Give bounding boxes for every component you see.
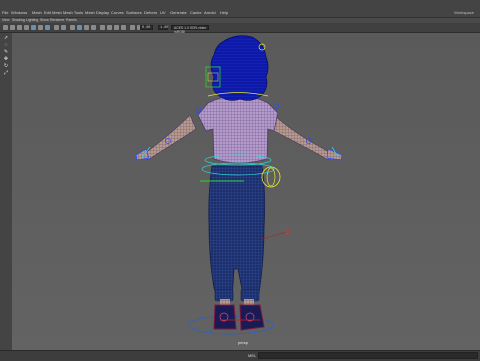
smooth-shade-icon[interactable] (77, 25, 82, 30)
scale-tool-icon[interactable]: ⤢ (3, 70, 9, 76)
ambient-occlusion-icon[interactable] (107, 25, 112, 30)
left-shoe[interactable] (213, 304, 237, 330)
select-tool-icon[interactable]: ➚ (3, 35, 9, 41)
camera-attributes-icon[interactable] (10, 25, 15, 30)
right-ankle (244, 299, 254, 305)
gate-mask-icon[interactable] (54, 25, 59, 30)
right-arm-mesh[interactable] (269, 114, 333, 161)
menu-mesh[interactable]: Mesh (32, 9, 42, 17)
shoulder-control-left[interactable] (195, 107, 201, 113)
motion-blur-icon[interactable] (114, 25, 119, 30)
menu-file[interactable]: File (2, 9, 8, 17)
cog-gimbal-inner[interactable] (266, 167, 276, 187)
main-menu-bar: File Windows Mesh Edit Mesh Mesh Tools M… (0, 9, 480, 17)
menu-help[interactable]: Help (220, 9, 228, 17)
field-chart-icon[interactable] (61, 25, 66, 30)
panel-toolbar: 0.00 1.00 ACES 1.0 SDR-video (sRGB) (0, 23, 480, 34)
menu-generate[interactable]: Generate (170, 9, 187, 17)
menu-curves[interactable]: Curves (111, 9, 124, 17)
move-tool-icon[interactable]: ✥ (3, 56, 9, 62)
textured-icon[interactable] (84, 25, 89, 30)
right-shoe[interactable] (239, 304, 265, 331)
shoulder-control-right[interactable] (273, 103, 279, 109)
command-line-bar: MEL (0, 350, 480, 361)
camera-name-label: persp (238, 340, 249, 345)
rotate-tool-icon[interactable]: ↻ (3, 63, 9, 69)
film-gate-icon[interactable] (38, 25, 43, 30)
left-arm-mesh[interactable] (143, 114, 197, 161)
shadows-icon[interactable] (100, 25, 105, 30)
isolate-select-icon[interactable] (130, 25, 135, 30)
menu-mesh-tools[interactable]: Mesh Tools (63, 9, 83, 17)
resolution-gate-icon[interactable] (45, 25, 50, 30)
menu-arnold[interactable]: Arnold (204, 9, 216, 17)
scene-svg[interactable] (12, 33, 480, 350)
shirt-mesh[interactable] (197, 96, 279, 164)
pants-mesh[interactable] (208, 165, 266, 300)
command-input[interactable] (258, 352, 478, 359)
exposure-field[interactable]: 0.00 (140, 25, 153, 30)
menu-uv[interactable]: UV (160, 9, 166, 17)
grid-toggle-icon[interactable] (31, 25, 36, 30)
camera-select-icon[interactable] (3, 25, 8, 30)
title-bar (0, 0, 480, 9)
image-plane-icon[interactable] (24, 25, 29, 30)
wireframe-icon[interactable] (70, 25, 75, 30)
mel-label[interactable]: MEL (248, 353, 256, 358)
menu-cache[interactable]: Cache (190, 9, 202, 17)
lasso-tool-icon[interactable]: ◌ (3, 42, 9, 48)
paint-tool-icon[interactable]: ✎ (3, 49, 9, 55)
menu-mesh-display[interactable]: Mesh Display (85, 9, 109, 17)
left-ankle (220, 299, 230, 305)
anti-aliasing-icon[interactable] (121, 25, 126, 30)
menu-edit-mesh[interactable]: Edit Mesh (44, 9, 62, 17)
gamma-field[interactable]: 1.00 (158, 25, 168, 30)
menu-deform[interactable]: Deform (144, 9, 157, 17)
perspective-viewport[interactable]: persp (12, 33, 480, 350)
bookmark-icon[interactable] (17, 25, 22, 30)
menu-surfaces[interactable]: Surfaces (126, 9, 142, 17)
colorspace-dropdown[interactable]: ACES 1.0 SDR-video (sRGB) (171, 25, 209, 34)
workspace-label[interactable]: Workspace (454, 9, 474, 17)
lights-icon[interactable] (91, 25, 96, 30)
knee-pole-line (261, 231, 287, 240)
menu-windows[interactable]: Windows (11, 9, 27, 17)
cog-gimbal-outer[interactable] (261, 166, 281, 188)
